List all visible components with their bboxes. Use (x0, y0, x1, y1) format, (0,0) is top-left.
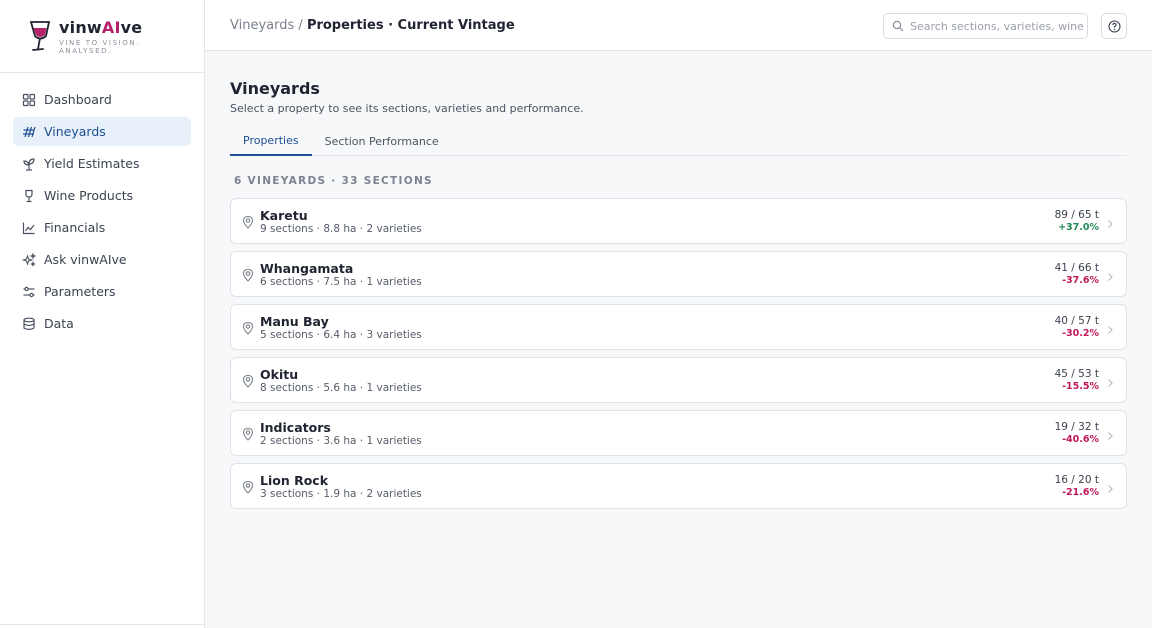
map-pin-icon (241, 267, 255, 282)
vineyard-variance: -37.6% (1062, 275, 1099, 286)
vineyard-list: Karetu 9 sections · 8.8 ha · 2 varieties… (230, 198, 1127, 516)
sidebar-item-dashboard[interactable]: Dashboard (13, 85, 191, 114)
vineyard-name: Manu Bay (260, 314, 329, 329)
tab-bar: Properties Section Performance (230, 127, 1127, 156)
vineyard-name: Karetu (260, 208, 308, 223)
sprout-icon (22, 157, 36, 171)
sidebar-item-label: Ask vinwAIve (44, 252, 127, 267)
page-subtitle: Select a property to see its sections, v… (230, 102, 584, 115)
sidebar-item-financials[interactable]: Financials (13, 213, 191, 242)
vineyard-count-label: 6 VINEYARDS · 33 SECTIONS (234, 175, 433, 187)
vineyard-row-karetu[interactable]: Karetu 9 sections · 8.8 ha · 2 varieties… (230, 198, 1127, 244)
sidebar-item-label: Dashboard (44, 92, 112, 107)
sidebar-item-label: Wine Products (44, 188, 134, 203)
top-bar: Vineyards / Properties · Current Vintage (205, 0, 1152, 51)
line-chart-icon (22, 221, 36, 235)
vineyard-tonnage: 45 / 53 t (1054, 368, 1099, 380)
wine-glass-logo-icon (27, 19, 53, 53)
vineyard-meta: 5 sections · 6.4 ha · 3 varieties (260, 329, 422, 341)
database-icon (22, 317, 36, 331)
brand-tagline: VINE TO VISION. ANALYSED. (59, 38, 141, 55)
chevron-right-icon (1104, 215, 1116, 228)
chevron-right-icon (1104, 427, 1116, 440)
brand-name: vinwAIve (59, 17, 143, 37)
sidebar-item-vineyards[interactable]: Vineyards (13, 117, 191, 146)
breadcrumb-root[interactable]: Vineyards (230, 18, 294, 33)
chevron-right-icon (1104, 374, 1116, 387)
tab-properties[interactable]: Properties (230, 127, 312, 156)
sidebar-footer-divider (0, 624, 204, 628)
vineyard-name: Whangamata (260, 261, 354, 276)
wine-glass-icon (22, 189, 36, 203)
vineyard-icon (22, 125, 36, 139)
map-pin-icon (241, 320, 255, 335)
breadcrumb-current: Properties · Current Vintage (306, 18, 515, 33)
vineyard-row-whangamata[interactable]: Whangamata 6 sections · 7.5 ha · 1 varie… (230, 251, 1127, 297)
sidebar-item-yield-estimates[interactable]: Yield Estimates (13, 149, 191, 178)
vineyard-variance: +37.0% (1058, 222, 1099, 233)
vineyard-meta: 2 sections · 3.6 ha · 1 varieties (260, 435, 422, 447)
vineyard-row-indicators[interactable]: Indicators 2 sections · 3.6 ha · 1 varie… (230, 410, 1127, 456)
search-input[interactable] (910, 19, 1085, 33)
vineyard-tonnage: 40 / 57 t (1054, 315, 1099, 327)
sparkles-icon (22, 252, 36, 267)
vineyard-meta: 8 sections · 5.6 ha · 1 varieties (260, 382, 422, 394)
sidebar-item-wine-products[interactable]: Wine Products (13, 181, 191, 210)
sidebar-item-label: Financials (44, 220, 106, 235)
grid-icon (22, 93, 36, 107)
map-pin-icon (241, 373, 255, 388)
map-pin-icon (241, 214, 255, 229)
vineyard-tonnage: 16 / 20 t (1054, 474, 1099, 486)
search-icon (892, 20, 904, 32)
vineyard-name: Indicators (260, 420, 331, 435)
sidebar-item-label: Parameters (44, 284, 116, 299)
vineyard-tonnage: 41 / 66 t (1054, 262, 1099, 274)
sidebar-item-data[interactable]: Data (13, 309, 191, 338)
sidebar-item-ask-vinwaive[interactable]: Ask vinwAIve (13, 245, 191, 274)
vineyard-tonnage: 19 / 32 t (1054, 421, 1099, 433)
map-pin-icon (241, 479, 255, 494)
sidebar-item-label: Data (44, 316, 74, 331)
vineyard-name: Lion Rock (260, 473, 329, 488)
vineyard-name: Okitu (260, 367, 299, 382)
sidebar: vinwAIve VINE TO VISION. ANALYSED. Dashb… (0, 0, 205, 628)
tab-section-performance[interactable]: Section Performance (312, 127, 452, 156)
vineyard-meta: 6 sections · 7.5 ha · 1 varieties (260, 276, 422, 288)
map-pin-icon (241, 426, 255, 441)
vineyard-variance: -15.5% (1062, 381, 1099, 392)
help-circle-icon (1107, 19, 1121, 33)
search-box[interactable] (883, 13, 1088, 39)
vineyard-variance: -40.6% (1062, 434, 1099, 445)
sidebar-item-label: Vineyards (44, 124, 106, 139)
sidebar-nav: Dashboard Vineyards Yield Estimates Wine… (0, 73, 204, 338)
vineyard-row-manu-bay[interactable]: Manu Bay 5 sections · 6.4 ha · 3 varieti… (230, 304, 1127, 350)
breadcrumb: Vineyards / Properties · Current Vintage (230, 18, 515, 33)
vineyard-meta: 3 sections · 1.9 ha · 2 varieties (260, 488, 422, 500)
help-button[interactable] (1101, 13, 1127, 39)
vineyard-tonnage: 89 / 65 t (1054, 209, 1099, 221)
sliders-icon (22, 285, 36, 299)
vineyard-variance: -21.6% (1062, 487, 1099, 498)
brand[interactable]: vinwAIve VINE TO VISION. ANALYSED. (0, 0, 204, 73)
sidebar-item-parameters[interactable]: Parameters (13, 277, 191, 306)
sidebar-item-label: Yield Estimates (44, 156, 140, 171)
vineyard-row-okitu[interactable]: Okitu 8 sections · 5.6 ha · 1 varieties … (230, 357, 1127, 403)
chevron-right-icon (1104, 268, 1116, 281)
page-title: Vineyards (230, 79, 320, 98)
chevron-right-icon (1104, 480, 1116, 493)
breadcrumb-separator: / (298, 18, 303, 33)
chevron-right-icon (1104, 321, 1116, 334)
vineyard-row-lion-rock[interactable]: Lion Rock 3 sections · 1.9 ha · 2 variet… (230, 463, 1127, 509)
vineyard-variance: -30.2% (1062, 328, 1099, 339)
vineyard-meta: 9 sections · 8.8 ha · 2 varieties (260, 223, 422, 235)
